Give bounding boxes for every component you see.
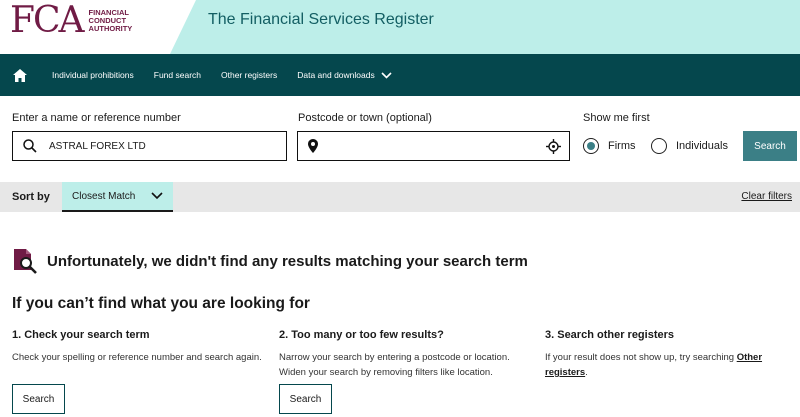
radio-individuals-label: Individuals — [676, 140, 728, 152]
help-column-3-text-before: If your result does not show up, try sea… — [545, 352, 737, 363]
help-heading: If you can’t find what you are looking f… — [12, 295, 310, 312]
site-title: The Financial Services Register — [208, 11, 434, 28]
document-search-icon — [14, 249, 37, 274]
help-column-2-heading: 2. Too many or too few results? — [279, 329, 444, 341]
logo-letters: FCA — [10, 0, 85, 41]
help-column-3-text: If your result does not show up, try sea… — [545, 350, 795, 380]
locate-icon[interactable] — [546, 138, 561, 154]
radio-individuals-circle[interactable] — [651, 138, 667, 154]
help-column-1: 1. Check your search term Check your spe… — [12, 329, 262, 365]
nav-individual-prohibitions[interactable]: Individual prohibitions — [52, 70, 134, 80]
sort-label: Sort by — [12, 191, 50, 203]
search-icon — [23, 139, 37, 153]
sort-select[interactable]: Closest Match — [62, 182, 173, 212]
logo-subtitle: FINANCIAL CONDUCT AUTHORITY — [88, 8, 133, 33]
help-column-3-text-after: . — [585, 367, 588, 378]
nav-fund-search[interactable]: Fund search — [154, 70, 201, 80]
help-column-2-text: Narrow your search by entering a postcod… — [279, 352, 510, 378]
help-column-1-text: Check your spelling or reference number … — [12, 352, 262, 363]
help-column-1-heading: 1. Check your search term — [12, 329, 150, 341]
radio-selected-dot — [587, 142, 595, 150]
sort-select-value: Closest Match — [72, 190, 136, 202]
chevron-down-icon — [381, 71, 392, 79]
map-pin-icon — [308, 139, 318, 153]
radio-individuals[interactable]: Individuals — [651, 138, 728, 154]
main-nav: Individual prohibitions Fund search Othe… — [0, 54, 800, 96]
help-search-button-1[interactable]: Search — [12, 384, 65, 414]
nav-other-registers[interactable]: Other registers — [221, 70, 277, 80]
radio-firms-circle[interactable] — [583, 138, 599, 154]
help-column-3-heading: 3. Search other registers — [545, 329, 675, 341]
home-icon[interactable] — [0, 54, 40, 96]
postcode-label: Postcode or town (optional) — [298, 112, 432, 124]
help-search-button-2[interactable]: Search — [279, 384, 332, 414]
nav-data-and-downloads[interactable]: Data and downloads — [297, 70, 392, 80]
nav-data-label: Data and downloads — [297, 70, 375, 80]
fca-logo[interactable]: FCA FINANCIAL CONDUCT AUTHORITY — [10, 3, 149, 39]
radio-firms[interactable]: Firms — [583, 138, 636, 154]
postcode-input[interactable] — [297, 131, 570, 161]
help-column-2: 2. Too many or too few results? Narrow y… — [279, 329, 529, 380]
show-first-label: Show me first — [583, 112, 650, 124]
name-search-input[interactable]: ASTRAL FOREX LTD — [12, 131, 287, 161]
chevron-down-icon — [151, 192, 163, 200]
no-results-heading: Unfortunately, we didn't find any result… — [47, 253, 528, 270]
clear-filters-link[interactable]: Clear filters — [741, 191, 792, 202]
search-button[interactable]: Search — [743, 131, 797, 161]
radio-firms-label: Firms — [608, 140, 636, 152]
header: FCA FINANCIAL CONDUCT AUTHORITY The Fina… — [0, 0, 800, 54]
name-input-value: ASTRAL FOREX LTD — [49, 140, 146, 152]
help-column-3: 3. Search other registers If your result… — [545, 329, 795, 380]
name-label: Enter a name or reference number — [12, 112, 181, 124]
